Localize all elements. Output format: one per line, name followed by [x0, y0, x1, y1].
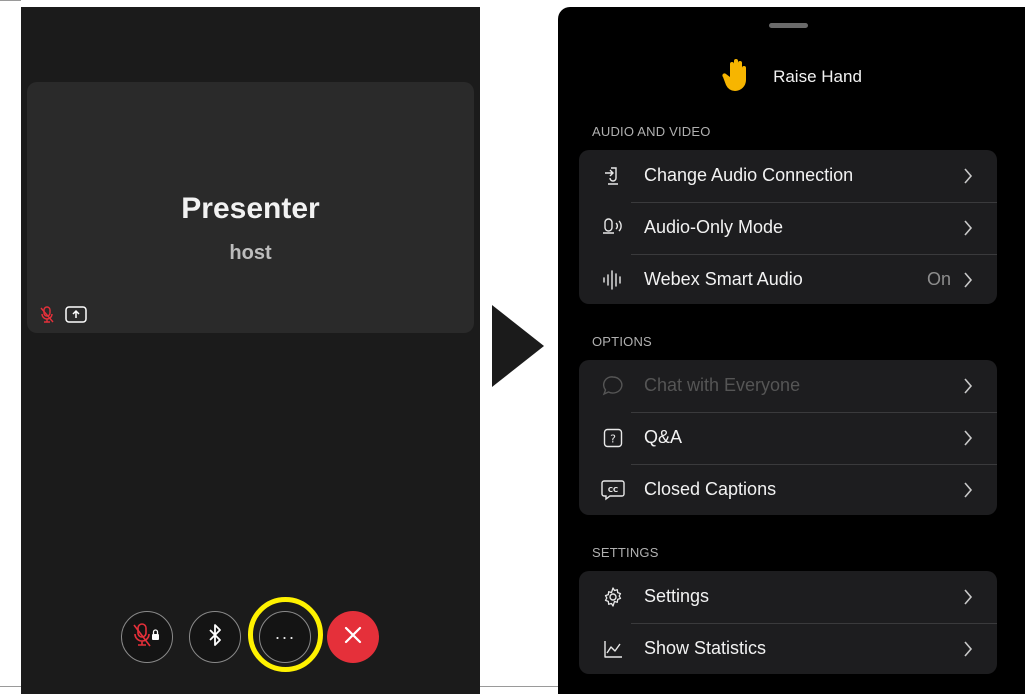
divider	[631, 464, 997, 465]
sheet-grabber[interactable]	[769, 23, 808, 28]
presenter-name: Presenter	[181, 192, 320, 225]
mute-locked-button[interactable]	[121, 611, 173, 663]
section-title-settings: SETTINGS	[592, 545, 659, 560]
divider	[631, 623, 997, 624]
chat-bubble-icon	[601, 374, 625, 398]
more-options-sheet: Raise Hand AUDIO AND VIDEO Change Audio …	[558, 7, 1025, 694]
chevron-right-icon	[964, 589, 973, 605]
menu-item-label: Chat with Everyone	[644, 375, 801, 395]
bluetooth-button[interactable]	[189, 611, 241, 663]
menu-item-label: Show Statistics	[644, 638, 767, 658]
audio-connection-icon	[601, 164, 625, 188]
divider	[631, 202, 997, 203]
options-group: Chat with Everyone ? Q&A CC Closed Capti…	[579, 360, 997, 515]
menu-item-chat-with-everyone[interactable]: Chat with Everyone	[579, 360, 997, 412]
audio-only-icon	[601, 216, 625, 240]
menu-item-webex-smart-audio[interactable]: Webex Smart Audio On	[579, 254, 997, 306]
muted-mic-lock-icon	[132, 622, 162, 653]
gear-icon	[601, 585, 625, 609]
divider	[631, 254, 997, 255]
menu-item-audio-only-mode[interactable]: Audio-Only Mode	[579, 202, 997, 254]
bluetooth-icon	[207, 623, 223, 652]
statistics-icon	[601, 637, 625, 661]
raise-hand-label: Raise Hand	[773, 67, 862, 86]
muted-mic-icon	[39, 306, 55, 329]
captions-icon: CC	[601, 478, 625, 502]
divider	[631, 412, 997, 413]
chevron-right-icon	[964, 378, 973, 394]
chevron-right-icon	[964, 430, 973, 446]
svg-text:?: ?	[610, 433, 616, 446]
menu-item-change-audio-connection[interactable]: Change Audio Connection	[579, 150, 997, 202]
raised-hand-icon	[721, 57, 751, 98]
share-screen-icon	[65, 306, 87, 328]
menu-item-label: Webex Smart Audio	[644, 269, 803, 289]
section-title-audio-video: AUDIO AND VIDEO	[592, 124, 711, 139]
presenter-role: host	[229, 242, 272, 264]
menu-item-qanda[interactable]: ? Q&A	[579, 412, 997, 464]
section-title-options: OPTIONS	[592, 334, 652, 349]
menu-item-show-statistics[interactable]: Show Statistics	[579, 623, 997, 675]
menu-item-label: Settings	[644, 586, 710, 606]
menu-item-label: Change Audio Connection	[644, 165, 854, 185]
menu-item-closed-captions[interactable]: CC Closed Captions	[579, 464, 997, 516]
settings-group: Settings Show Statistics	[579, 571, 997, 674]
waveform-icon	[601, 268, 625, 292]
chevron-right-icon	[964, 220, 973, 236]
smart-audio-status: On	[926, 269, 951, 289]
raise-hand-button[interactable]: Raise Hand	[558, 57, 1025, 97]
chevron-right-icon	[964, 482, 973, 498]
end-call-button[interactable]	[327, 611, 379, 663]
menu-item-settings[interactable]: Settings	[579, 571, 997, 623]
more-options-highlight	[248, 597, 323, 672]
chevron-right-icon	[964, 641, 973, 657]
meeting-screen: Presenter host ···	[21, 7, 480, 694]
chevron-right-icon	[964, 168, 973, 184]
menu-item-label: Closed Captions	[644, 479, 777, 499]
svg-text:CC: CC	[608, 486, 618, 494]
chevron-right-icon	[964, 272, 973, 288]
presenter-video-tile: Presenter host	[27, 82, 474, 333]
question-icon: ?	[601, 426, 625, 450]
audio-video-group: Change Audio Connection Audio-Only Mode …	[579, 150, 997, 304]
menu-item-label: Q&A	[644, 427, 683, 447]
transition-arrow-icon	[492, 305, 544, 392]
menu-item-label: Audio-Only Mode	[644, 217, 784, 237]
close-icon	[343, 625, 363, 650]
